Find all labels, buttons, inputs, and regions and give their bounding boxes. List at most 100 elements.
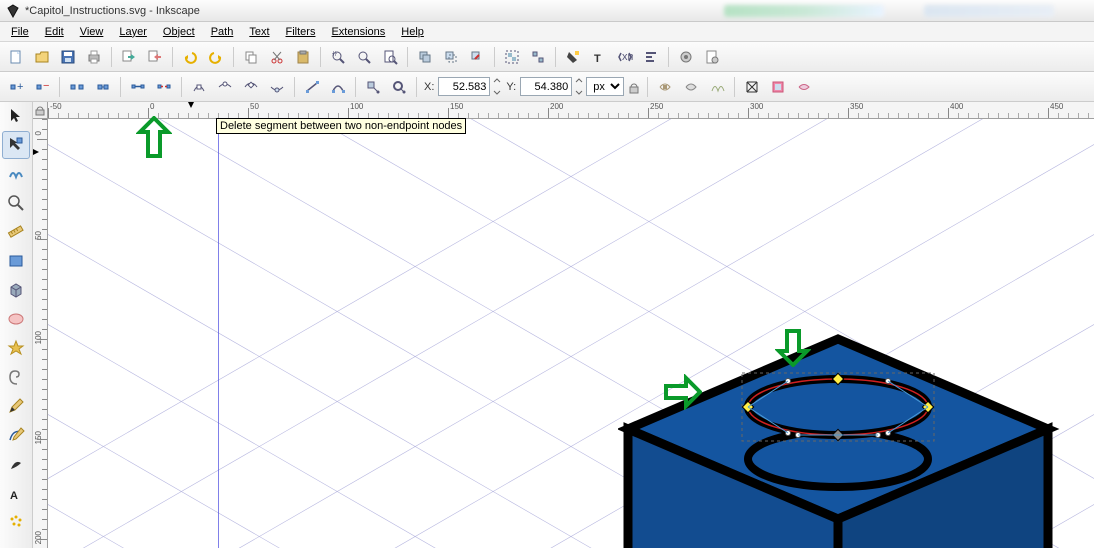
cut-button[interactable] [265,45,289,69]
x-spinner[interactable] [492,77,502,96]
clone-button[interactable] [439,45,463,69]
svg-text:+: + [17,81,23,93]
y-coord-label: Y: [504,81,518,93]
spray-tool[interactable] [2,508,30,536]
show-outline-button[interactable] [766,75,790,99]
star-tool[interactable] [2,334,30,362]
fill-stroke-dialog-button[interactable] [561,45,585,69]
canvas-drawing[interactable] [618,329,1094,548]
ruler-horizontal[interactable]: -50050100150200250300350400450 [48,102,1094,119]
node-symmetric-button[interactable] [239,75,263,99]
bezier-tool[interactable] [2,421,30,449]
y-coord-input[interactable] [520,77,572,96]
menu-help[interactable]: Help [394,24,431,40]
titlebar-background-tabs [724,5,1094,17]
svg-text:T: T [594,53,601,65]
new-doc-button[interactable] [4,45,28,69]
window-title: *Capitol_Instructions.svg - Inkscape [25,5,200,17]
rect-tool[interactable] [2,247,30,275]
undo-button[interactable] [178,45,202,69]
menu-path[interactable]: Path [204,24,241,40]
canvas[interactable] [48,119,1094,548]
node-auto-button[interactable] [265,75,289,99]
window-titlebar: *Capitol_Instructions.svg - Inkscape [0,0,1094,22]
node-smooth-button[interactable] [213,75,237,99]
menu-text[interactable]: Text [242,24,276,40]
unit-combo[interactable]: px [586,77,624,96]
save-doc-button[interactable] [56,45,80,69]
tooltip: Delete segment between two non-endpoint … [216,118,466,134]
xml-editor-button[interactable]: xml [613,45,637,69]
menu-view[interactable]: View [73,24,111,40]
copy-button[interactable] [239,45,263,69]
preferences-button[interactable] [674,45,698,69]
lock-icon[interactable] [626,79,642,95]
x-coord-input[interactable] [438,77,490,96]
vertical-guide[interactable] [218,119,219,548]
align-dialog-button[interactable] [639,45,663,69]
zoom-selection-button[interactable] [326,45,350,69]
break-node-button[interactable] [65,75,89,99]
svg-text:−: − [43,80,49,92]
y-spinner[interactable] [574,77,584,96]
node-tool[interactable] [2,131,30,159]
spiral-tool[interactable] [2,363,30,391]
menu-extensions[interactable]: Extensions [324,24,392,40]
print-button[interactable] [82,45,106,69]
menu-object[interactable]: Object [156,24,202,40]
import-button[interactable] [117,45,141,69]
edit-clip-button[interactable] [653,75,677,99]
x-coord-label: X: [422,81,436,93]
delete-node-button[interactable]: − [30,75,54,99]
selector-tool[interactable] [2,102,30,130]
paste-button[interactable] [291,45,315,69]
next-path-effect-button[interactable] [705,75,729,99]
stroke-to-path-button[interactable] [387,75,411,99]
insert-node-button[interactable]: + [4,75,28,99]
join-nodes-button[interactable] [91,75,115,99]
app-icon [6,4,20,18]
join-segment-button[interactable] [126,75,150,99]
tweak-tool[interactable] [2,160,30,188]
annotation-arrow-left-node [662,374,702,410]
duplicate-button[interactable] [413,45,437,69]
annotation-arrow-top-node [775,327,811,367]
text-dialog-button[interactable]: T [587,45,611,69]
zoom-page-button[interactable] [378,45,402,69]
object-to-path-button[interactable] [361,75,385,99]
measure-tool[interactable] [2,218,30,246]
ellipse-tool[interactable] [2,305,30,333]
menu-edit[interactable]: Edit [38,24,71,40]
document-properties-button[interactable] [700,45,724,69]
pencil-tool[interactable] [2,392,30,420]
ruler-vertical[interactable]: 050100150200 [33,119,48,548]
export-button[interactable] [143,45,167,69]
edit-mask-button[interactable] [679,75,703,99]
box3d-tool[interactable] [2,276,30,304]
tool-controls-bar: + − X: Y: px [0,72,1094,102]
text-tool[interactable]: A [2,479,30,507]
unlink-clone-button[interactable] [465,45,489,69]
commands-toolbar: T xml [0,42,1094,72]
show-transform-button[interactable] [792,75,816,99]
svg-text:A: A [10,490,18,502]
menu-filters[interactable]: Filters [279,24,323,40]
menu-layer[interactable]: Layer [112,24,154,40]
svg-text:xml: xml [622,51,633,63]
redo-button[interactable] [204,45,228,69]
calligraphy-tool[interactable] [2,450,30,478]
zoom-tool[interactable] [2,189,30,217]
segment-curve-button[interactable] [326,75,350,99]
delete-segment-button[interactable] [152,75,176,99]
menu-file[interactable]: File [4,24,36,40]
menu-bar: File Edit View Layer Object Path Text Fi… [0,22,1094,42]
open-doc-button[interactable] [30,45,54,69]
node-cusp-button[interactable] [187,75,211,99]
group-button[interactable] [500,45,524,69]
ungroup-button[interactable] [526,45,550,69]
segment-line-button[interactable] [300,75,324,99]
show-handles-button[interactable] [740,75,764,99]
zoom-drawing-button[interactable] [352,45,376,69]
ruler-y-marker [33,149,39,155]
ruler-corner[interactable] [33,102,48,119]
